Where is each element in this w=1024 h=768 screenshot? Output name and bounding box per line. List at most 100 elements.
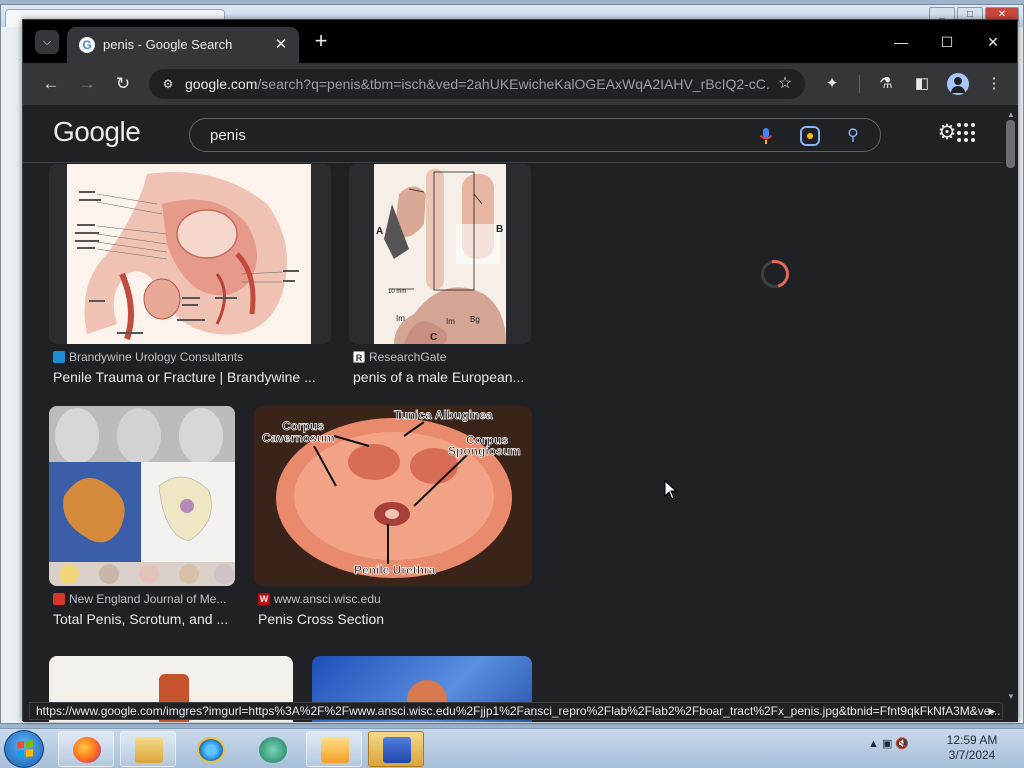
cross-section-photo-image: Corpus Cavernosum Tunica Albuginea Corpu… xyxy=(254,406,532,586)
result-source-name: ResearchGate xyxy=(369,350,447,364)
result-title[interactable]: Total Penis, Scrotum, and ... xyxy=(53,611,228,627)
taskbar-internet-explorer[interactable] xyxy=(182,731,238,767)
page-scrollbar[interactable] xyxy=(1003,105,1018,722)
result-source-name: www.ansci.wisc.edu xyxy=(274,592,381,606)
new-tab-button[interactable]: + xyxy=(309,30,333,54)
scroll-up-arrow-icon[interactable]: ▲ xyxy=(1007,110,1015,119)
side-panel-icon[interactable]: ◧ xyxy=(911,73,933,95)
result-title[interactable]: Penis Cross Section xyxy=(258,611,384,627)
figure-label-b: B xyxy=(496,224,503,235)
figure-label-a: A xyxy=(376,226,383,237)
search-icon[interactable]: ⚲ xyxy=(842,125,864,147)
result-source-name: New England Journal of Me... xyxy=(69,592,227,606)
result-source[interactable]: W www.ansci.wisc.edu xyxy=(258,592,381,606)
site-info-icon[interactable]: ⚙ xyxy=(159,75,177,93)
status-expand-arrow-icon: ▶ xyxy=(988,706,996,716)
image-result-card[interactable]: Corpus Cavernosum Tunica Albuginea Corpu… xyxy=(254,406,532,632)
google-images-page: Google penis ⚲ ⚙ Brandywine Urology Cons… xyxy=(23,105,1003,722)
menu-kebab-icon[interactable]: ⋮ xyxy=(983,73,1005,95)
tab-google-search[interactable]: G penis - Google Search ✕ xyxy=(67,27,299,63)
research-figure-image: A B C 10 mm Im Im Bg xyxy=(374,164,506,344)
reload-button[interactable]: ↻ xyxy=(111,72,135,96)
extensions-icon[interactable]: ✦ xyxy=(821,73,843,95)
maximize-button[interactable]: ☐ xyxy=(925,28,969,56)
result-source-name: Brandywine Urology Consultants xyxy=(69,350,244,364)
image-result-card[interactable]: A B C 10 mm Im Im Bg R ResearchGate peni… xyxy=(349,164,531,390)
url-host: google.com xyxy=(185,76,258,92)
tab-strip: ⌵ G penis - Google Search ✕ + — ☐ ✕ xyxy=(23,20,1017,63)
search-input[interactable]: penis xyxy=(210,127,246,144)
label-corpus-spongiosum-line-2: Spongiosum xyxy=(448,444,521,458)
result-thumbnail[interactable] xyxy=(49,164,331,344)
chat-bubble-icon xyxy=(259,737,287,763)
show-hidden-icons-icon[interactable]: ▲ xyxy=(868,738,879,750)
mouse-pointer-icon xyxy=(664,480,678,500)
result-source[interactable]: New England Journal of Me... xyxy=(53,592,226,606)
start-button[interactable] xyxy=(4,730,44,768)
result-title[interactable]: penis of a male European... xyxy=(353,369,524,385)
tab-search-button[interactable]: ⌵ xyxy=(35,30,59,54)
toolbar-separator xyxy=(859,75,860,93)
figure-label-bg: Bg xyxy=(470,315,480,324)
result-thumbnail[interactable]: A B C 10 mm Im Im Bg xyxy=(349,164,531,344)
volume-muted-icon[interactable]: 🔇 xyxy=(895,738,909,750)
scrollbar-thumb[interactable] xyxy=(1006,120,1015,168)
image-result-card[interactable]: Brandywine Urology Consultants Penile Tr… xyxy=(49,164,331,390)
result-source[interactable]: Brandywine Urology Consultants xyxy=(53,350,243,364)
figure-label-im: Im xyxy=(396,314,405,323)
google-apps-icon[interactable] xyxy=(957,123,977,143)
network-icon[interactable]: ▣ xyxy=(882,738,892,750)
minimize-button[interactable]: — xyxy=(879,28,923,56)
image-result-card[interactable]: New England Journal of Me... Total Penis… xyxy=(49,406,235,632)
taskbar-clock[interactable]: 12:59 AM 3/7/2024 xyxy=(940,733,1004,763)
back-button[interactable]: ← xyxy=(39,72,63,96)
windows-logo-icon xyxy=(17,740,33,758)
clock-time: 12:59 AM xyxy=(946,733,998,747)
taskbar-chat-app[interactable] xyxy=(244,731,300,767)
forward-button[interactable]: → xyxy=(75,72,99,96)
close-window-button[interactable]: ✕ xyxy=(971,28,1015,56)
chrome-window: ⌵ G penis - Google Search ✕ + — ☐ ✕ ← → … xyxy=(22,19,1018,722)
medical-journal-collage-image xyxy=(49,406,235,586)
source-favicon-icon: R xyxy=(353,351,365,363)
url-text[interactable]: google.com/search?q=penis&tbm=isch&ved=2… xyxy=(185,76,771,92)
scroll-down-arrow-icon[interactable]: ▼ xyxy=(1007,692,1015,701)
loading-spinner-icon xyxy=(755,254,795,294)
result-thumbnail[interactable] xyxy=(49,406,235,586)
media-player-icon xyxy=(321,737,349,763)
url-path: /search?q=penis&tbm=isch&ved=2ahUKEwiche… xyxy=(257,76,771,92)
microphone-icon[interactable] xyxy=(756,126,776,146)
address-bar[interactable]: ⚙ google.com/search?q=penis&tbm=isch&ved… xyxy=(149,69,805,99)
taskbar-media-player[interactable] xyxy=(306,731,362,767)
labs-flask-icon[interactable]: ⚗ xyxy=(875,73,897,95)
google-favicon-icon: G xyxy=(79,37,95,53)
search-box[interactable]: penis ⚲ xyxy=(189,118,881,152)
tab-title: penis - Google Search xyxy=(103,37,233,52)
clock-date: 3/7/2024 xyxy=(948,748,996,762)
bookmark-star-icon[interactable]: ☆ xyxy=(775,74,795,94)
settings-gear-icon[interactable]: ⚙ xyxy=(935,121,959,145)
firefox-icon xyxy=(73,737,101,763)
label-penile-urethra: Penile Urethra xyxy=(354,563,436,577)
folder-icon xyxy=(135,737,163,763)
figure-scale-bar-label: 10 mm xyxy=(388,289,406,295)
windows-taskbar: ▲ ▣ 🔇 12:59 AM 3/7/2024 xyxy=(0,728,1024,768)
google-header: Google penis ⚲ ⚙ xyxy=(23,105,1003,163)
tab-close-button[interactable]: ✕ xyxy=(271,35,291,55)
result-source[interactable]: R ResearchGate xyxy=(353,350,446,364)
source-favicon-icon xyxy=(53,351,65,363)
link-status-bar: https://www.google.com/imgres?imgurl=htt… xyxy=(29,702,1003,720)
source-favicon-icon xyxy=(53,593,65,605)
anatomy-diagram-image xyxy=(67,164,311,344)
result-title[interactable]: Penile Trauma or Fracture | Brandywine .… xyxy=(53,369,316,385)
label-tunica-albuginea: Tunica Albuginea xyxy=(394,408,493,422)
internet-explorer-icon xyxy=(197,737,225,763)
google-logo[interactable]: Google xyxy=(53,116,141,148)
profile-avatar-icon[interactable] xyxy=(947,73,969,95)
google-lens-icon[interactable] xyxy=(800,126,820,146)
result-thumbnail[interactable]: Corpus Cavernosum Tunica Albuginea Corpu… xyxy=(254,406,532,586)
taskbar-firefox[interactable] xyxy=(58,731,114,767)
taskbar-active-app[interactable] xyxy=(368,731,424,767)
taskbar-file-explorer[interactable] xyxy=(120,731,176,767)
figure-label-im-2: Im xyxy=(446,317,455,326)
